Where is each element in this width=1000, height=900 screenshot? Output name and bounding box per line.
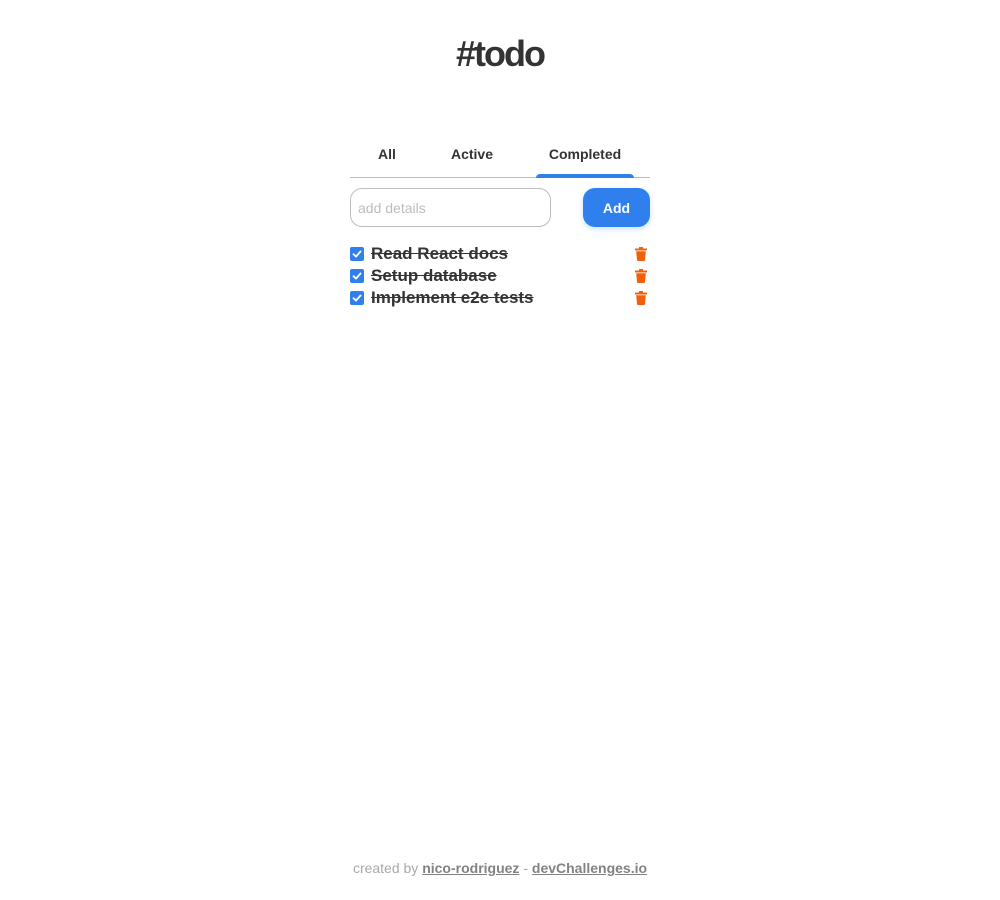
filter-tabs: All Active Completed [350, 130, 650, 178]
add-todo-form: Add [350, 188, 650, 227]
todo-checkbox[interactable] [350, 247, 364, 261]
site-link[interactable]: devChallenges.io [532, 860, 647, 876]
todo-app: #todo All Active Completed Add Read Reac… [0, 0, 1000, 900]
todo-item: Read React docs [350, 243, 650, 265]
check-icon [352, 250, 362, 258]
trash-icon[interactable] [635, 247, 647, 261]
active-tab-indicator [536, 174, 634, 178]
tab-all[interactable]: All [358, 130, 416, 177]
details-input[interactable] [350, 188, 551, 227]
check-icon [352, 294, 362, 302]
check-icon [352, 272, 362, 280]
footer-prefix: created by [352, 860, 419, 876]
todo-item: Implement e2e tests [350, 287, 650, 309]
todo-text: Read React docs [371, 244, 508, 263]
todo-checkbox[interactable] [350, 269, 364, 283]
todo-item: Setup database [350, 265, 650, 287]
todo-text: Implement e2e tests [371, 288, 534, 307]
footer-separator: - [523, 860, 528, 876]
todo-checkbox[interactable] [350, 291, 364, 305]
add-button[interactable]: Add [583, 188, 650, 227]
trash-icon[interactable] [635, 291, 647, 305]
tab-completed[interactable]: Completed [536, 130, 634, 177]
todo-text: Setup database [371, 266, 497, 285]
page-title: #todo [456, 33, 546, 74]
todo-list: Read React docs Setup database Implement… [350, 243, 650, 309]
author-link[interactable]: nico-rodriguez [422, 860, 519, 876]
trash-icon[interactable] [635, 269, 647, 283]
footer: created by nico-rodriguez - devChallenge… [0, 858, 1000, 878]
tab-active[interactable]: Active [438, 130, 506, 177]
